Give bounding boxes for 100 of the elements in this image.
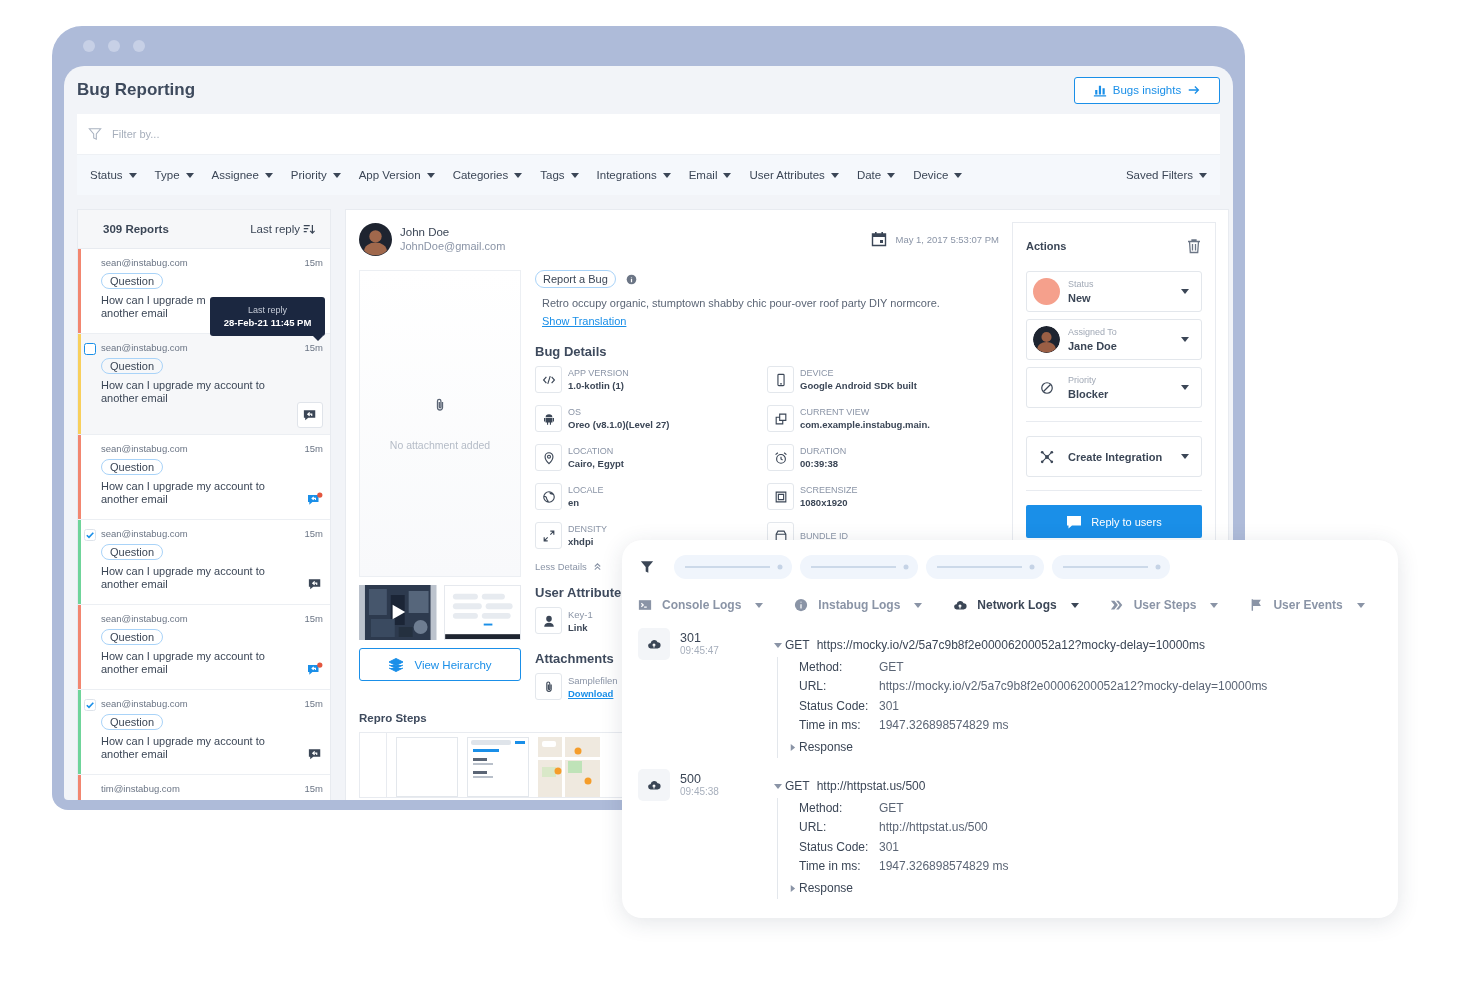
expand-caret-icon[interactable]: [789, 884, 796, 892]
show-translation-link[interactable]: Show Translation: [542, 315, 627, 327]
report-item[interactable]: tim@instabug.com 15m: [78, 775, 330, 800]
window-dot-icon: [108, 40, 120, 52]
time-ago: 15m: [304, 257, 323, 268]
log-tab[interactable]: Network Logs: [953, 598, 1079, 612]
filter-dropdown[interactable]: Device: [913, 169, 963, 181]
filter-dropdown[interactable]: Categories: [452, 169, 523, 181]
filter-dropdown[interactable]: Email: [688, 169, 732, 181]
reply-icon[interactable]: [307, 577, 323, 591]
detail-value: 00:39:38: [800, 458, 840, 469]
response-toggle[interactable]: Response: [799, 881, 879, 895]
unread-reply-icon[interactable]: [307, 662, 323, 676]
time-ago: 15m: [304, 783, 323, 794]
report-text: How can I upgrade my account to: [101, 480, 265, 493]
filter-dropdown[interactable]: Date: [856, 169, 896, 181]
caret-icon: [1181, 337, 1189, 342]
caret-icon: [426, 172, 435, 178]
caret-icon: [570, 172, 579, 178]
field-value: Jane Doe: [1068, 340, 1118, 352]
sender-email: sean@instabug.com: [101, 342, 188, 353]
report-item[interactable]: sean@instabug.com 15m Question How can I upgrade my account to another email: [78, 605, 330, 690]
chat-bubble-icon: [1066, 513, 1083, 530]
integration-dropdown[interactable]: Create Integration: [1026, 436, 1202, 477]
collapse-caret-icon[interactable]: [774, 641, 782, 649]
saved-filters-dropdown[interactable]: Saved Filters: [1125, 169, 1207, 181]
filter-dropdown[interactable]: Tags: [540, 169, 579, 181]
trash-icon[interactable]: [1186, 238, 1202, 254]
detail-label: APP VERSION: [568, 368, 629, 378]
detail-value: Cairo, Egypt: [568, 458, 624, 469]
report-item[interactable]: sean@instabug.com 15m Question How can I upgrade my account to another email: [78, 435, 330, 520]
report-item[interactable]: sean@instabug.com 15m Question How can I upgrade my account to another email: [78, 690, 330, 775]
section-title: User Attribute: [535, 585, 622, 600]
detail-value: com.example.instabug.main.: [800, 419, 930, 430]
field-label: URL:: [799, 820, 828, 835]
download-link[interactable]: Download: [568, 687, 618, 699]
person-icon: [535, 607, 562, 634]
status-code: 301: [680, 631, 702, 645]
detail-label: DURATION: [800, 446, 847, 456]
report-text: How can I upgrade m: [101, 294, 206, 307]
caret-icon: [887, 172, 896, 178]
filter-dropdown[interactable]: Assignee: [211, 169, 273, 181]
alarm-clock-icon: [767, 444, 794, 471]
filter-dropdown[interactable]: Integrations: [596, 169, 671, 181]
report-item[interactable]: sean@instabug.com 15m Question How can I upgrade my account to another email: [78, 520, 330, 605]
dropdown-field[interactable]: Assigned To Jane Doe: [1026, 319, 1202, 360]
frame-icon: [767, 483, 794, 510]
report-description: Retro occupy organic, stumptown shabby chic pour-over roof party DIY normcore.: [542, 297, 940, 309]
cloud-icon: [638, 769, 670, 801]
caret-icon: [1356, 602, 1365, 608]
reply-icon: [302, 408, 318, 422]
sort-button[interactable]: Last reply: [250, 223, 315, 235]
reply-icon[interactable]: [307, 747, 323, 761]
caret-icon: [1181, 289, 1189, 294]
insights-button[interactable]: Bugs insights: [1074, 76, 1220, 104]
response-toggle[interactable]: Response: [799, 740, 879, 754]
report-text: another email: [101, 493, 169, 506]
dropdown-field[interactable]: Status New: [1026, 271, 1202, 312]
empty-message: No attachment added: [389, 438, 491, 451]
filter-dropdown[interactable]: App Version: [358, 169, 435, 181]
report-text: How can I upgrade my account to: [101, 650, 265, 663]
report-text: another email: [101, 663, 169, 676]
expand-caret-icon[interactable]: [789, 743, 796, 751]
request-url: http://httpstat.us/500: [816, 779, 926, 793]
field-label: Status Code:: [799, 839, 870, 854]
time-ago: 15m: [304, 528, 323, 539]
caret-icon: [1199, 172, 1207, 178]
caret-icon: [332, 172, 341, 178]
filter-dropdown[interactable]: Status: [90, 169, 137, 181]
collapse-caret-icon[interactable]: [774, 782, 782, 790]
filter-dropdown[interactable]: Priority: [290, 169, 341, 181]
log-time: 09:45:47: [680, 645, 720, 656]
report-item[interactable]: sean@instabug.com 15m Question How can I upgrade my account to another email: [78, 334, 330, 435]
request-method: GET: [785, 638, 810, 652]
field-value: http://httpstat.us/500: [879, 820, 988, 835]
checkbox[interactable]: [84, 343, 96, 355]
report-text: How can I upgrade my account to: [101, 565, 265, 578]
dropdown-field[interactable]: Priority Blocker: [1026, 367, 1202, 408]
detail-label: SCREENSIZE: [800, 485, 858, 495]
report-text: another email: [101, 578, 169, 591]
field-label: Status: [1068, 279, 1095, 289]
unread-reply-icon[interactable]: [307, 492, 323, 506]
reply-button[interactable]: [297, 402, 323, 428]
cloud-icon: [953, 598, 968, 612]
caret-icon: [662, 172, 671, 178]
filter-dropdown[interactable]: User Attributes: [749, 169, 839, 181]
sender-email: tim@instabug.com: [101, 783, 180, 794]
funnel-icon[interactable]: [640, 560, 654, 574]
caret-icon: [1210, 602, 1219, 608]
sort-icon: [303, 223, 315, 235]
filter-dropdown[interactable]: Type: [154, 169, 194, 181]
report-date: May 1, 2017 5:53:07 PM: [895, 233, 999, 245]
view-hierarchy-button[interactable]: View Heirarchy: [359, 648, 521, 681]
detail-value: en: [568, 497, 581, 508]
field-value: New: [1068, 292, 1092, 304]
field-value: 301: [879, 698, 900, 713]
field-label: Priority: [1068, 375, 1097, 385]
report-text: How can I upgrade my account to: [101, 379, 265, 392]
layers-icon: [388, 656, 405, 673]
caret-icon: [264, 172, 273, 178]
